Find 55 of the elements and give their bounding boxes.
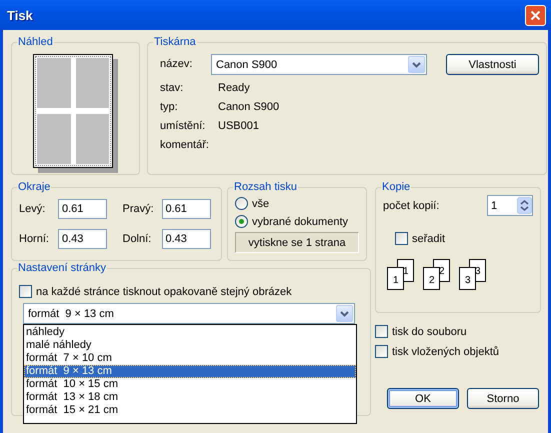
list-item[interactable]: formát 7 × 10 cm	[24, 352, 356, 365]
checkbox-label: seřadit	[412, 232, 446, 244]
margin-input[interactable]: 0.43	[162, 229, 210, 249]
group-title: Rozsah tisku	[233, 181, 298, 193]
checkbox[interactable]	[375, 345, 388, 358]
combo-value: formát 9 × 13 cm	[28, 308, 115, 320]
group-title: Tiskárna	[153, 36, 197, 48]
field-label: Pravý:	[122, 203, 155, 215]
radio-label: vše	[252, 198, 270, 210]
combo-value: Canon S900	[216, 58, 278, 70]
page-count-status: vytiskne se 1 strana	[235, 232, 359, 253]
ok-button[interactable]: OK	[387, 388, 459, 409]
list-item[interactable]: malé náhledy	[24, 339, 356, 352]
detail-value: Canon S900	[218, 100, 280, 115]
field-label: Horní:	[19, 233, 50, 245]
checkbox[interactable]	[375, 325, 388, 338]
checkbox-label: tisk vložených objektů	[392, 346, 499, 358]
group-title: Okraje	[17, 181, 52, 193]
close-button[interactable]	[525, 4, 546, 26]
cancel-button[interactable]: Storno	[467, 388, 539, 409]
checkbox[interactable]	[395, 232, 408, 245]
list-item[interactable]: formát 15 × 21 cm	[24, 404, 356, 417]
copies-spinner[interactable]: 1	[487, 195, 533, 216]
window-title: Tisk	[7, 8, 33, 22]
group-title: Náhled	[17, 36, 54, 48]
detail-label: stav:	[160, 81, 184, 96]
radio-button[interactable]	[235, 215, 248, 228]
list-item[interactable]: formát 13 × 18 cm	[24, 391, 356, 404]
printer-combo[interactable]: Canon S900	[211, 54, 427, 75]
layout-combo[interactable]: formát 9 × 13 cm	[23, 303, 355, 324]
detail-label: typ:	[160, 100, 179, 115]
checkbox-label: na každé stránce tisknout opakovaně stejný obrázek	[36, 286, 292, 298]
group-title: Kopie	[381, 181, 412, 193]
field-label: Dolní:	[122, 233, 152, 245]
radio-label: vybrané dokumenty	[252, 216, 348, 228]
checkbox[interactable]	[19, 285, 32, 298]
list-item[interactable]: formát 10 × 15 cm	[24, 378, 356, 391]
list-item[interactable]: náhledy	[24, 326, 356, 339]
properties-button[interactable]: Vlastnosti	[446, 54, 539, 75]
detail-value: Ready	[218, 81, 251, 96]
field-label: název:	[160, 57, 194, 72]
margin-input[interactable]: 0.43	[58, 229, 107, 249]
group-title: Nastavení stránky	[17, 262, 108, 274]
spin-arrows-icon[interactable]	[517, 197, 532, 214]
detail-label: umístění:	[160, 119, 206, 134]
detail-label: komentář:	[160, 138, 210, 153]
margin-input[interactable]: 0.61	[162, 199, 210, 219]
field-label: Levý:	[19, 203, 46, 215]
checkbox-label: tisk do souboru	[392, 326, 467, 338]
radio-button[interactable]	[235, 197, 248, 210]
margin-input[interactable]: 0.61	[58, 199, 107, 219]
list-item[interactable]: formát 9 × 13 cm	[24, 365, 356, 378]
close-icon	[530, 10, 541, 20]
field-label: počet kopií:	[383, 200, 440, 212]
detail-value: USB001	[218, 119, 260, 134]
